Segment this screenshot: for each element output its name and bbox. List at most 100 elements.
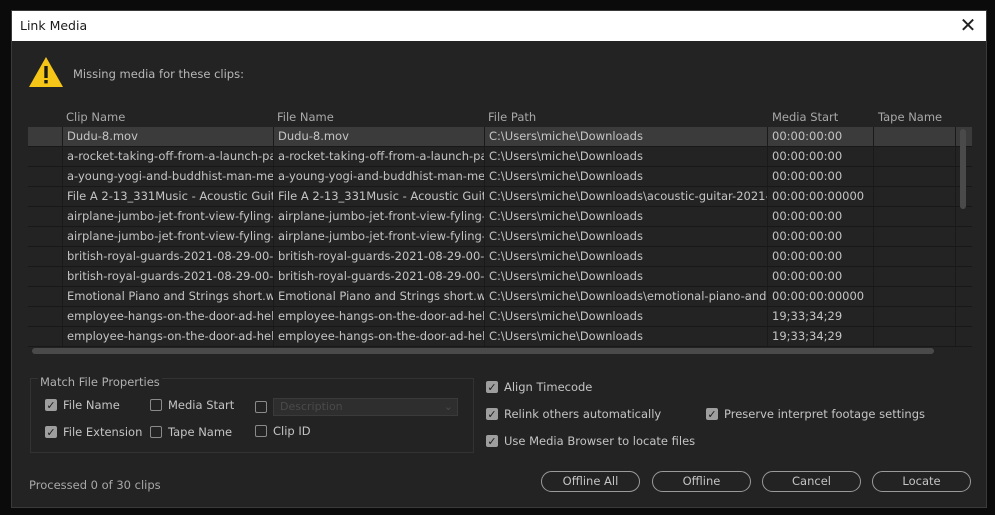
table-row[interactable]: employee-hangs-on-the-door-ad-help-t empl… bbox=[28, 307, 972, 327]
close-icon[interactable]: ✕ bbox=[950, 11, 986, 41]
media-start-cell: 00:00:00:00 bbox=[768, 267, 874, 286]
chevron-down-icon: ⌄ bbox=[443, 400, 453, 413]
locate-button[interactable]: Locate bbox=[872, 471, 971, 492]
header-clip-name[interactable]: Clip Name bbox=[66, 110, 125, 124]
table-row[interactable]: employee-hangs-on-the-door-ad-help-t empl… bbox=[28, 327, 972, 347]
offline-all-button[interactable]: Offline All bbox=[541, 471, 640, 492]
checkbox-box[interactable]: ✓ bbox=[486, 381, 498, 393]
table-row[interactable]: a-young-yogi-and-buddhist-man-medit a-you… bbox=[28, 167, 972, 187]
checkbox-label: Relink others automatically bbox=[504, 407, 662, 421]
header-file-name[interactable]: File Name bbox=[277, 110, 334, 124]
checkbox-label: Use Media Browser to locate files bbox=[504, 434, 696, 448]
link-media-dialog: Link Media ✕ Missing media for these cli… bbox=[11, 10, 987, 508]
file-name-cell: a-young-yogi-and-buddhist-man-medit bbox=[274, 167, 485, 186]
file-path-cell: C:\Users\miche\Downloads bbox=[485, 267, 768, 286]
horizontal-scrollbar[interactable] bbox=[28, 345, 958, 355]
tape-name-cell bbox=[874, 287, 956, 306]
media-start-cell: 19;33;34;29 bbox=[768, 327, 874, 346]
window-title: Link Media bbox=[20, 18, 88, 33]
clips-table[interactable]: Dudu-8.mov Dudu-8.mov C:\Users\miche\Downl… bbox=[28, 127, 972, 355]
checkbox-label: Preserve interpret footage settings bbox=[724, 407, 925, 421]
file-path-cell: C:\Users\miche\Downloads bbox=[485, 247, 768, 266]
checkbox-box[interactable]: ✓ bbox=[486, 435, 498, 447]
row-leading-cell bbox=[28, 147, 63, 166]
media-start-cell: 00:00:00:00000 bbox=[768, 187, 874, 206]
row-leading-cell bbox=[28, 307, 63, 326]
table-row[interactable]: a-rocket-taking-off-from-a-launch-pad-c a… bbox=[28, 147, 972, 167]
clip-name-cell: a-young-yogi-and-buddhist-man-medit bbox=[63, 167, 274, 186]
checkbox-box[interactable] bbox=[150, 426, 162, 438]
clip-name-cell: employee-hangs-on-the-door-ad-help-t bbox=[63, 307, 274, 326]
header-file-path[interactable]: File Path bbox=[488, 110, 536, 124]
vertical-scrollbar[interactable] bbox=[958, 127, 968, 357]
match-properties-legend: Match File Properties bbox=[38, 375, 162, 389]
row-leading-cell bbox=[28, 227, 63, 246]
checkbox-label: Tape Name bbox=[168, 425, 233, 439]
title-bar: Link Media ✕ bbox=[12, 11, 986, 41]
offline-button[interactable]: Offline bbox=[652, 471, 751, 492]
header-tape-name[interactable]: Tape Name bbox=[878, 110, 942, 124]
file-name-cell: airplane-jumbo-jet-front-view-fyling-ov bbox=[274, 207, 485, 226]
checkbox-label: Clip ID bbox=[273, 424, 311, 438]
header-media-start[interactable]: Media Start bbox=[772, 110, 838, 124]
vertical-scroll-thumb[interactable] bbox=[960, 129, 966, 209]
file-path-cell: C:\Users\miche\Downloads bbox=[485, 127, 768, 146]
clip-name-cell: Dudu-8.mov bbox=[63, 127, 274, 146]
media-start-cell: 00:00:00:00000 bbox=[768, 287, 874, 306]
checkbox-box[interactable] bbox=[150, 399, 162, 411]
clip-name-cell: Emotional Piano and Strings short.wav bbox=[63, 287, 274, 306]
checkbox-box[interactable]: ✓ bbox=[45, 399, 57, 411]
table-row[interactable]: airplane-jumbo-jet-front-view-fyling-ov a… bbox=[28, 207, 972, 227]
table-row[interactable]: Dudu-8.mov Dudu-8.mov C:\Users\miche\Downl… bbox=[28, 127, 972, 147]
checkbox-box[interactable]: ✓ bbox=[486, 408, 498, 420]
file-path-cell: C:\Users\miche\Downloads bbox=[485, 327, 768, 346]
media-start-cell: 00:00:00:00 bbox=[768, 227, 874, 246]
clip-name-cell: british-royal-guards-2021-08-29-00-59-3 bbox=[63, 267, 274, 286]
row-leading-cell bbox=[28, 167, 63, 186]
description-dropdown: Description ⌄ bbox=[273, 398, 458, 416]
clip-name-cell: british-royal-guards-2021-08-29-00-59-3 bbox=[63, 247, 274, 266]
checkbox-box[interactable]: ✓ bbox=[706, 408, 718, 420]
file-name-cell: employee-hangs-on-the-door-ad-help-t bbox=[274, 327, 485, 346]
media-start-cell: 00:00:00:00 bbox=[768, 167, 874, 186]
media-start-cell: 00:00:00:00 bbox=[768, 147, 874, 166]
table-row[interactable]: british-royal-guards-2021-08-29-00-59-3b… bbox=[28, 247, 972, 267]
clip-name-cell: a-rocket-taking-off-from-a-launch-pad-c bbox=[63, 147, 274, 166]
file-path-cell: C:\Users\miche\Downloads\acoustic-guitar… bbox=[485, 187, 768, 206]
table-row[interactable]: british-royal-guards-2021-08-29-00-59-3b… bbox=[28, 267, 972, 287]
checkbox-label: Media Start bbox=[168, 398, 235, 412]
status-text: Processed 0 of 30 clips bbox=[29, 478, 161, 492]
tape-name-cell bbox=[874, 147, 956, 166]
warning-message: Missing media for these clips: bbox=[73, 67, 244, 81]
row-leading-cell bbox=[28, 327, 63, 346]
clip-name-cell: employee-hangs-on-the-door-ad-help-t bbox=[63, 327, 274, 346]
tape-name-cell bbox=[874, 267, 956, 286]
file-path-cell: C:\Users\miche\Downloads bbox=[485, 207, 768, 226]
table-row[interactable]: airplane-jumbo-jet-front-view-fyling-ov a… bbox=[28, 227, 972, 247]
checkbox-box[interactable]: ✓ bbox=[45, 426, 57, 438]
horizontal-scroll-thumb[interactable] bbox=[32, 348, 934, 354]
tape-name-cell bbox=[874, 127, 956, 146]
media-start-cell: 00:00:00:00 bbox=[768, 247, 874, 266]
tape-name-cell bbox=[874, 307, 956, 326]
table-row[interactable]: File A 2-13_331Music - Acoustic Guitar (… bbox=[28, 187, 972, 207]
row-leading-cell bbox=[28, 287, 63, 306]
file-path-cell: C:\Users\miche\Downloads\emotional-piano… bbox=[485, 287, 768, 306]
file-path-cell: C:\Users\miche\Downloads bbox=[485, 147, 768, 166]
file-name-cell: british-royal-guards-2021-08-29-00-59-3 bbox=[274, 267, 485, 286]
row-leading-cell bbox=[28, 267, 63, 286]
table-row[interactable]: Emotional Piano and Strings short.wav Emo… bbox=[28, 287, 972, 307]
cancel-button[interactable]: Cancel bbox=[762, 471, 861, 492]
file-name-cell: a-rocket-taking-off-from-a-launch-pad-c bbox=[274, 147, 485, 166]
checkbox-box[interactable] bbox=[255, 425, 267, 437]
file-name-cell: airplane-jumbo-jet-front-view-fyling-ov bbox=[274, 227, 485, 246]
checkbox-label: Align Timecode bbox=[504, 380, 593, 394]
checkbox-box[interactable] bbox=[255, 401, 267, 413]
clip-name-cell: File A 2-13_331Music - Acoustic Guitar ( bbox=[63, 187, 274, 206]
file-path-cell: C:\Users\miche\Downloads bbox=[485, 167, 768, 186]
tape-name-cell bbox=[874, 207, 956, 226]
checkbox-label: File Name bbox=[63, 398, 120, 412]
file-name-cell: Dudu-8.mov bbox=[274, 127, 485, 146]
tape-name-cell bbox=[874, 247, 956, 266]
clip-name-cell: airplane-jumbo-jet-front-view-fyling-ov bbox=[63, 227, 274, 246]
